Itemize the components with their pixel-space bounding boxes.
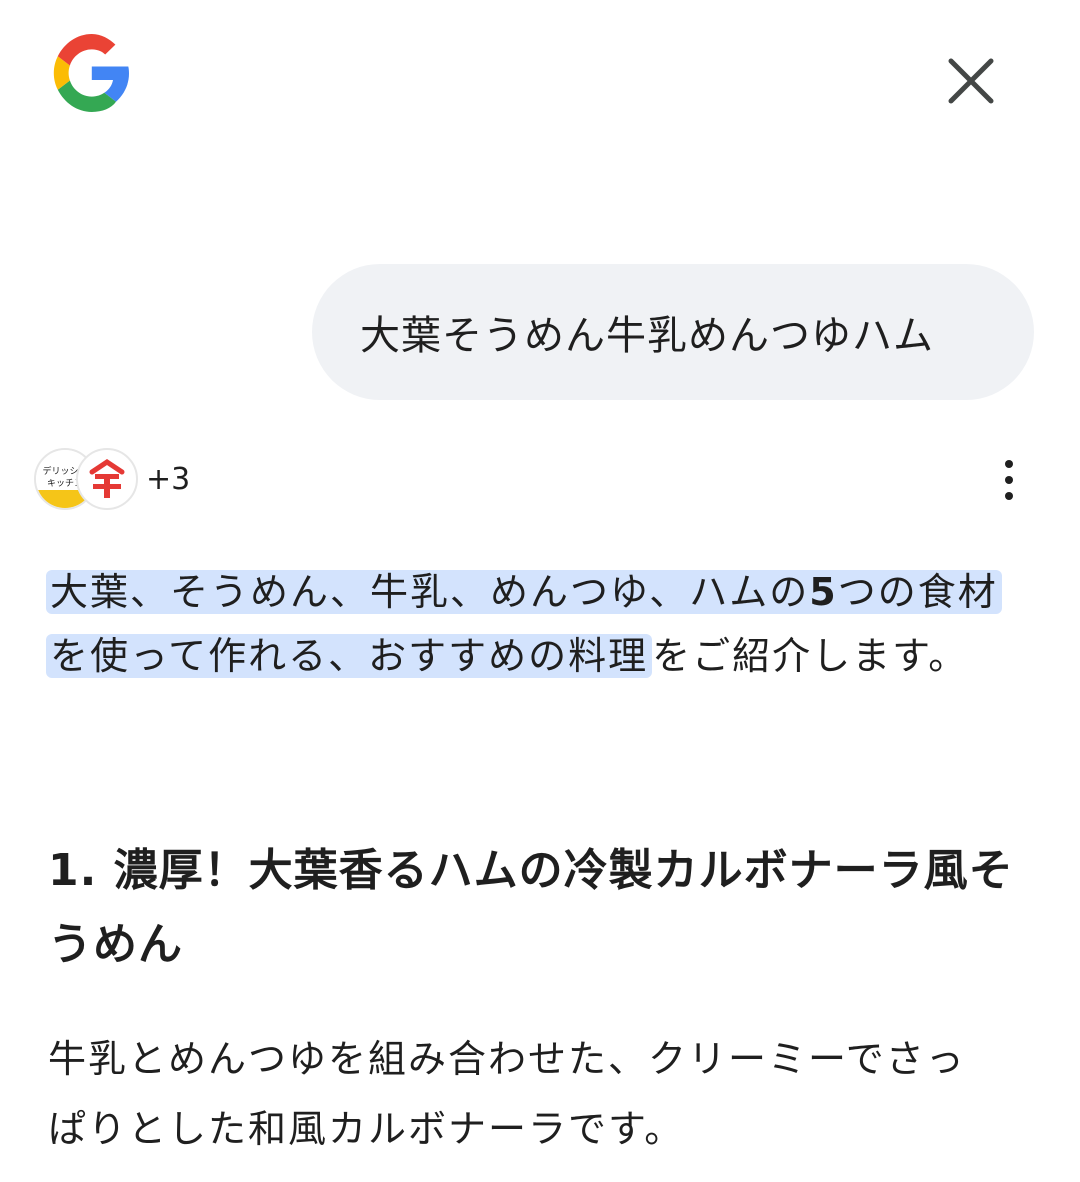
red-logo-icon (89, 458, 125, 498)
sources-button[interactable]: デリッシュ キッチン +3 (34, 446, 190, 512)
more-vert-icon (1005, 460, 1013, 468)
recipe-heading: 1. 濃厚！大葉香るハムの冷製カルボナーラ風そうめん (48, 845, 1014, 970)
sources-count: +3 (146, 461, 191, 497)
answer-rest: をご紹介します。 (652, 634, 969, 678)
more-options-button[interactable] (988, 456, 1030, 504)
source-avatar-red-logo (76, 448, 138, 510)
recipe-description: 牛乳とめんつゆを組み合わせた、クリーミーでさっぱりとした和風カルボナーラです。 (48, 1037, 966, 1151)
user-query-text: 大葉そうめん牛乳めんつゆハム (360, 313, 934, 359)
close-button[interactable] (936, 46, 1006, 116)
user-query-bubble: 大葉そうめん牛乳めんつゆハム (312, 264, 1034, 400)
answer-paragraph: 大葉、そうめん、牛乳、めんつゆ、ハムの5つの食材を使って作れる、おすすめの料理を… (46, 560, 1036, 688)
close-icon (948, 58, 994, 104)
google-logo-icon (44, 26, 138, 120)
